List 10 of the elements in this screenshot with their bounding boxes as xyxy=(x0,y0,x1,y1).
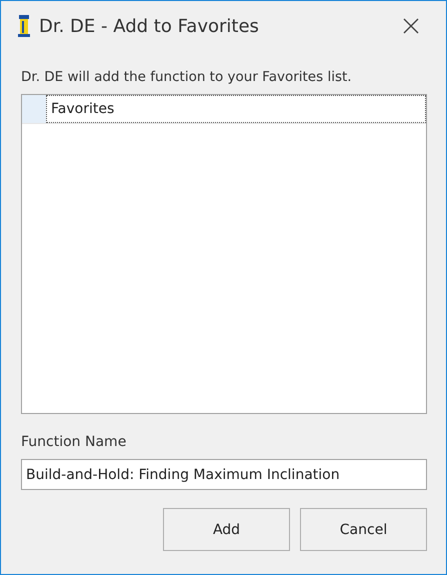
window-title: Dr. DE - Add to Favorites xyxy=(39,16,260,36)
list-item[interactable]: Favorites xyxy=(46,95,426,123)
field-label: Function Name xyxy=(21,434,128,450)
favorites-list[interactable]: Favorites xyxy=(21,94,427,414)
close-icon xyxy=(403,18,419,34)
message-text: Dr. DE will add the function to your Favorites list. xyxy=(21,69,353,87)
input-field[interactable]: Build-and-Hold: Finding Maximum Inclination xyxy=(21,459,427,490)
dialog-button[interactable]: Cancel xyxy=(300,508,427,551)
app-icon xyxy=(17,15,31,37)
dialog-button[interactable]: Add xyxy=(163,508,290,551)
